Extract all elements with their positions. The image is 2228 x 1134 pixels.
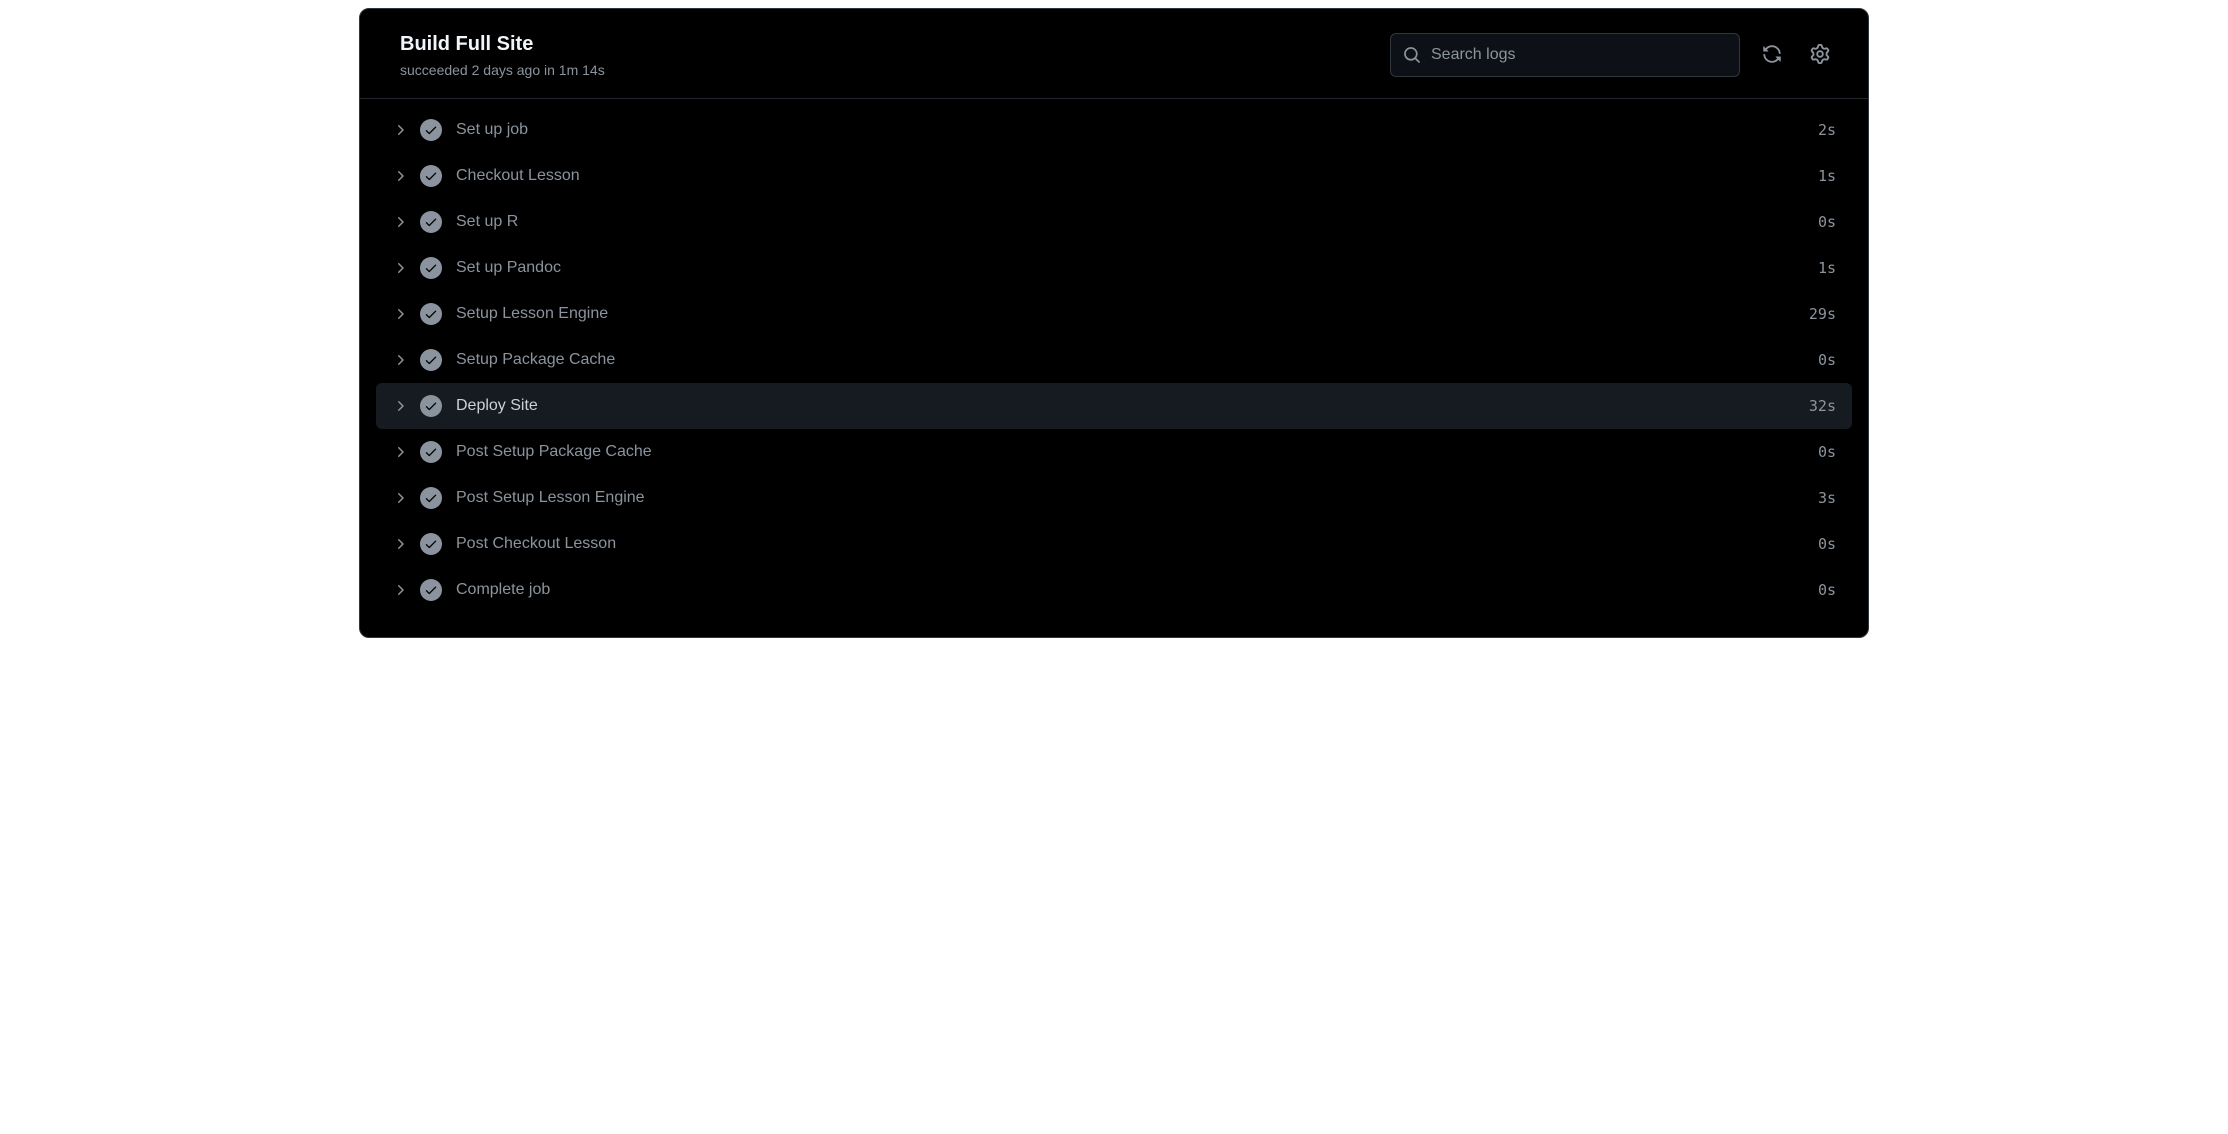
check-icon: [420, 211, 442, 233]
step-row[interactable]: Setup Package Cache0s: [376, 337, 1852, 383]
chevron-right-icon: [392, 352, 408, 368]
step-label: Deploy Site: [456, 397, 1809, 415]
page-title: Build Full Site: [400, 33, 605, 56]
check-icon: [420, 579, 442, 601]
step-label: Post Setup Lesson Engine: [456, 489, 1818, 507]
step-duration: 0s: [1818, 443, 1836, 461]
step-label: Checkout Lesson: [456, 167, 1818, 185]
step-duration: 2s: [1818, 121, 1836, 139]
step-row[interactable]: Post Checkout Lesson0s: [376, 521, 1852, 567]
chevron-right-icon: [392, 122, 408, 138]
chevron-right-icon: [392, 536, 408, 552]
chevron-right-icon: [392, 444, 408, 460]
step-duration: 0s: [1818, 351, 1836, 369]
step-label: Post Setup Package Cache: [456, 443, 1818, 461]
step-row[interactable]: Deploy Site32s: [376, 383, 1852, 429]
header-left: Build Full Site succeeded 2 days ago in …: [400, 33, 605, 78]
step-duration: 1s: [1818, 167, 1836, 185]
step-row[interactable]: Complete job0s: [376, 567, 1852, 613]
chevron-right-icon: [392, 168, 408, 184]
check-icon: [420, 533, 442, 555]
search-box[interactable]: [1390, 33, 1740, 77]
step-label: Set up Pandoc: [456, 259, 1818, 277]
search-input[interactable]: [1431, 46, 1727, 64]
check-icon: [420, 119, 442, 141]
check-icon: [420, 349, 442, 371]
gear-icon: [1810, 44, 1830, 67]
step-duration: 0s: [1818, 213, 1836, 231]
refresh-button[interactable]: [1756, 39, 1788, 71]
check-icon: [420, 395, 442, 417]
chevron-right-icon: [392, 398, 408, 414]
chevron-right-icon: [392, 490, 408, 506]
search-icon: [1403, 46, 1421, 64]
chevron-right-icon: [392, 260, 408, 276]
step-row[interactable]: Checkout Lesson1s: [376, 153, 1852, 199]
check-icon: [420, 257, 442, 279]
chevron-right-icon: [392, 306, 408, 322]
step-duration: 29s: [1809, 305, 1836, 323]
status-subtitle: succeeded 2 days ago in 1m 14s: [400, 62, 605, 78]
steps-list: Set up job2sCheckout Lesson1sSet up R0sS…: [360, 99, 1868, 637]
log-viewer: Build Full Site succeeded 2 days ago in …: [359, 8, 1869, 638]
refresh-icon: [1762, 44, 1782, 67]
settings-button[interactable]: [1804, 39, 1836, 71]
step-label: Complete job: [456, 581, 1818, 599]
step-label: Set up job: [456, 121, 1818, 139]
chevron-right-icon: [392, 582, 408, 598]
header: Build Full Site succeeded 2 days ago in …: [360, 9, 1868, 99]
step-duration: 0s: [1818, 535, 1836, 553]
check-icon: [420, 441, 442, 463]
step-row[interactable]: Post Setup Lesson Engine3s: [376, 475, 1852, 521]
step-duration: 3s: [1818, 489, 1836, 507]
step-duration: 1s: [1818, 259, 1836, 277]
step-duration: 0s: [1818, 581, 1836, 599]
chevron-right-icon: [392, 214, 408, 230]
step-label: Setup Lesson Engine: [456, 305, 1809, 323]
step-label: Post Checkout Lesson: [456, 535, 1818, 553]
step-row[interactable]: Set up R0s: [376, 199, 1852, 245]
header-right: [1390, 33, 1836, 77]
check-icon: [420, 165, 442, 187]
step-duration: 32s: [1809, 397, 1836, 415]
check-icon: [420, 487, 442, 509]
step-row[interactable]: Post Setup Package Cache0s: [376, 429, 1852, 475]
step-row[interactable]: Set up Pandoc1s: [376, 245, 1852, 291]
step-label: Set up R: [456, 213, 1818, 231]
step-row[interactable]: Setup Lesson Engine29s: [376, 291, 1852, 337]
check-icon: [420, 303, 442, 325]
step-row[interactable]: Set up job2s: [376, 107, 1852, 153]
step-label: Setup Package Cache: [456, 351, 1818, 369]
